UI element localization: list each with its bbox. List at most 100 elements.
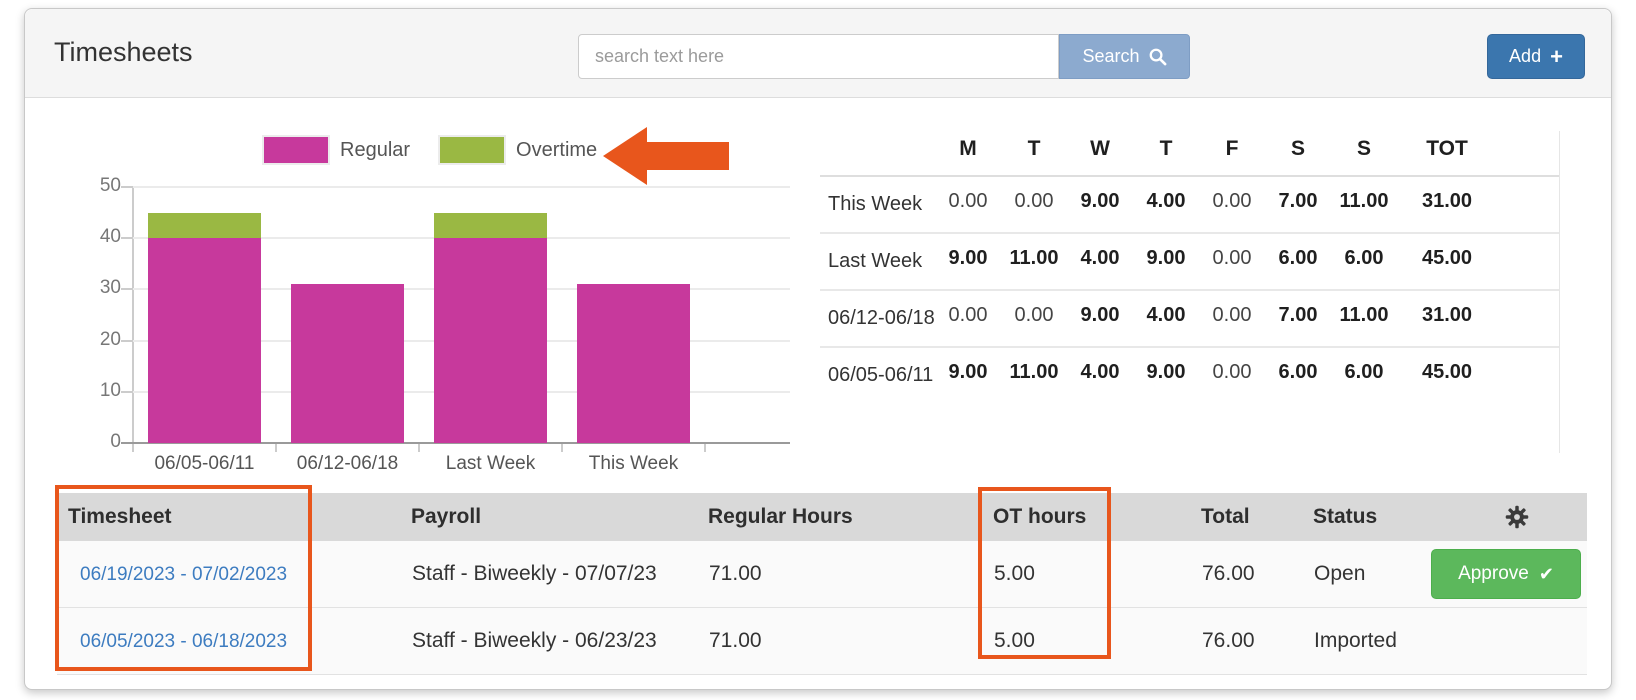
week-cell-3-4: 0.00 bbox=[1199, 361, 1265, 384]
week-table-row-1: Last Week9.0011.004.009.000.006.006.0045… bbox=[820, 234, 1560, 291]
card-header: Timesheets Search Add + bbox=[25, 9, 1611, 98]
week-col-f-4: F bbox=[1199, 137, 1265, 161]
xtick-label-0: 06/05-06/11 bbox=[133, 453, 276, 475]
week-cell-1-0: 9.00 bbox=[935, 247, 1001, 270]
week-col-w-2: W bbox=[1067, 137, 1133, 161]
week-cell-2-0: 0.00 bbox=[935, 304, 1001, 327]
ytick-label-40: 40 bbox=[65, 226, 121, 248]
week-cell-3-7: 45.00 bbox=[1397, 361, 1497, 384]
week-cell-0-6: 11.00 bbox=[1331, 190, 1397, 213]
regular-hours-cell: 71.00 bbox=[697, 562, 982, 586]
ytick-label-30: 30 bbox=[65, 277, 121, 299]
bar-regular-3 bbox=[577, 284, 690, 443]
xtick-1 bbox=[275, 444, 277, 452]
week-cell-1-1: 11.00 bbox=[1001, 247, 1067, 270]
ytick-label-50: 50 bbox=[65, 175, 121, 197]
bar-regular-0 bbox=[148, 238, 261, 443]
payroll-cell: Staff - Biweekly - 07/07/23 bbox=[400, 562, 697, 586]
week-table-header-row: MTWTFSSTOT bbox=[820, 131, 1560, 177]
legend-label-overtime: Overtime bbox=[516, 139, 597, 162]
total-cell: 76.00 bbox=[1190, 562, 1302, 586]
timesheet-link[interactable]: 06/05/2023 - 06/18/2023 bbox=[80, 631, 287, 652]
week-cell-3-0: 9.00 bbox=[935, 361, 1001, 384]
week-cell-0-1: 0.00 bbox=[1001, 190, 1067, 213]
ytick-50 bbox=[121, 186, 133, 188]
search-button[interactable]: Search bbox=[1059, 34, 1190, 79]
gear-icon[interactable] bbox=[1504, 504, 1530, 530]
bar-regular-1 bbox=[291, 284, 404, 443]
approve-button-label: Approve bbox=[1458, 563, 1529, 585]
week-cell-0-2: 9.00 bbox=[1067, 190, 1133, 213]
week-col-s-5: S bbox=[1265, 137, 1331, 161]
settings-column-header[interactable] bbox=[1447, 504, 1587, 530]
search-button-label: Search bbox=[1082, 46, 1139, 67]
timesheets-card: Timesheets Search Add + RegularOvertime … bbox=[24, 8, 1612, 690]
col-header-timesheet: Timesheet bbox=[57, 505, 400, 529]
week-cell-2-1: 0.00 bbox=[1001, 304, 1067, 327]
legend-item-overtime[interactable]: Overtime bbox=[438, 135, 597, 165]
xtick-label-1: 06/12-06/18 bbox=[276, 453, 419, 475]
payroll-cell: Staff - Biweekly - 06/23/23 bbox=[400, 629, 697, 653]
ot-hours-cell: 5.00 bbox=[982, 629, 1190, 653]
timesheet-row-1: 06/05/2023 - 06/18/2023 Staff - Biweekly … bbox=[57, 608, 1587, 675]
timesheet-table-header: TimesheetPayrollRegular HoursOT hoursTot… bbox=[57, 493, 1587, 541]
col-header-ot-hours: OT hours bbox=[982, 505, 1190, 529]
legend-swatch-overtime bbox=[438, 135, 506, 165]
week-table-row-3: 06/05-06/119.0011.004.009.000.006.006.00… bbox=[820, 348, 1560, 403]
chart-legend: Regular Overtime bbox=[262, 135, 597, 165]
timesheet-cell: 06/05/2023 - 06/18/2023 bbox=[57, 629, 400, 653]
week-cell-2-7: 31.00 bbox=[1397, 304, 1497, 327]
week-cell-3-2: 4.00 bbox=[1067, 361, 1133, 384]
add-button[interactable]: Add + bbox=[1487, 34, 1585, 79]
bar-overtime-2 bbox=[434, 213, 547, 239]
total-cell: 76.00 bbox=[1190, 629, 1302, 653]
action-cell bbox=[1447, 608, 1587, 674]
col-header-regular-hours: Regular Hours bbox=[697, 505, 982, 529]
page-title: Timesheets bbox=[54, 37, 193, 68]
xtick-label-2: Last Week bbox=[419, 453, 562, 475]
timesheet-cell: 06/19/2023 - 07/02/2023 bbox=[57, 562, 400, 586]
week-row-label: This Week bbox=[820, 190, 935, 219]
magnifier-icon bbox=[1148, 47, 1167, 66]
week-cell-2-6: 11.00 bbox=[1331, 304, 1397, 327]
search-input[interactable] bbox=[578, 34, 1059, 79]
week-cell-1-5: 6.00 bbox=[1265, 247, 1331, 270]
week-row-label: 06/05-06/11 bbox=[820, 361, 935, 390]
timesheet-table: TimesheetPayrollRegular HoursOT hoursTot… bbox=[57, 493, 1587, 675]
add-button-label: Add bbox=[1509, 46, 1541, 67]
week-col-s-6: S bbox=[1331, 137, 1397, 161]
ytick-label-20: 20 bbox=[65, 329, 121, 351]
xtick-4 bbox=[704, 444, 706, 452]
plus-icon: + bbox=[1550, 46, 1563, 68]
week-cell-0-0: 0.00 bbox=[935, 190, 1001, 213]
timesheet-row-0: 06/19/2023 - 07/02/2023 Staff - Biweekly … bbox=[57, 541, 1587, 608]
week-cell-0-4: 0.00 bbox=[1199, 190, 1265, 213]
week-cell-1-2: 4.00 bbox=[1067, 247, 1133, 270]
week-cell-3-6: 6.00 bbox=[1331, 361, 1397, 384]
bar-regular-2 bbox=[434, 238, 547, 443]
gridline-y50 bbox=[133, 186, 790, 188]
bar-overtime-0 bbox=[148, 213, 261, 239]
legend-item-regular[interactable]: Regular bbox=[262, 135, 410, 165]
week-cell-0-7: 31.00 bbox=[1397, 190, 1497, 213]
approve-button[interactable]: Approve✔ bbox=[1431, 549, 1581, 599]
week-cell-2-2: 9.00 bbox=[1067, 304, 1133, 327]
week-cell-2-3: 4.00 bbox=[1133, 304, 1199, 327]
ot-hours-cell: 5.00 bbox=[982, 562, 1190, 586]
week-cell-3-1: 11.00 bbox=[1001, 361, 1067, 384]
week-cell-1-7: 45.00 bbox=[1397, 247, 1497, 270]
chart-y-axis bbox=[132, 187, 134, 451]
col-header-payroll: Payroll bbox=[400, 505, 697, 529]
regular-hours-cell: 71.00 bbox=[697, 629, 982, 653]
week-row-label: 06/12-06/18 bbox=[820, 304, 935, 333]
week-cell-3-3: 9.00 bbox=[1133, 361, 1199, 384]
timesheet-link[interactable]: 06/19/2023 - 07/02/2023 bbox=[80, 564, 287, 585]
week-table-row-2: 06/12-06/180.000.009.004.000.007.0011.00… bbox=[820, 291, 1560, 348]
week-row-label: Last Week bbox=[820, 247, 935, 276]
weekly-hours-table: MTWTFSSTOTThis Week0.000.009.004.000.007… bbox=[820, 131, 1560, 403]
week-cell-2-4: 0.00 bbox=[1199, 304, 1265, 327]
week-col-t-1: T bbox=[1001, 137, 1067, 161]
week-cell-0-5: 7.00 bbox=[1265, 190, 1331, 213]
ytick-40 bbox=[121, 237, 133, 239]
week-cell-0-3: 4.00 bbox=[1133, 190, 1199, 213]
